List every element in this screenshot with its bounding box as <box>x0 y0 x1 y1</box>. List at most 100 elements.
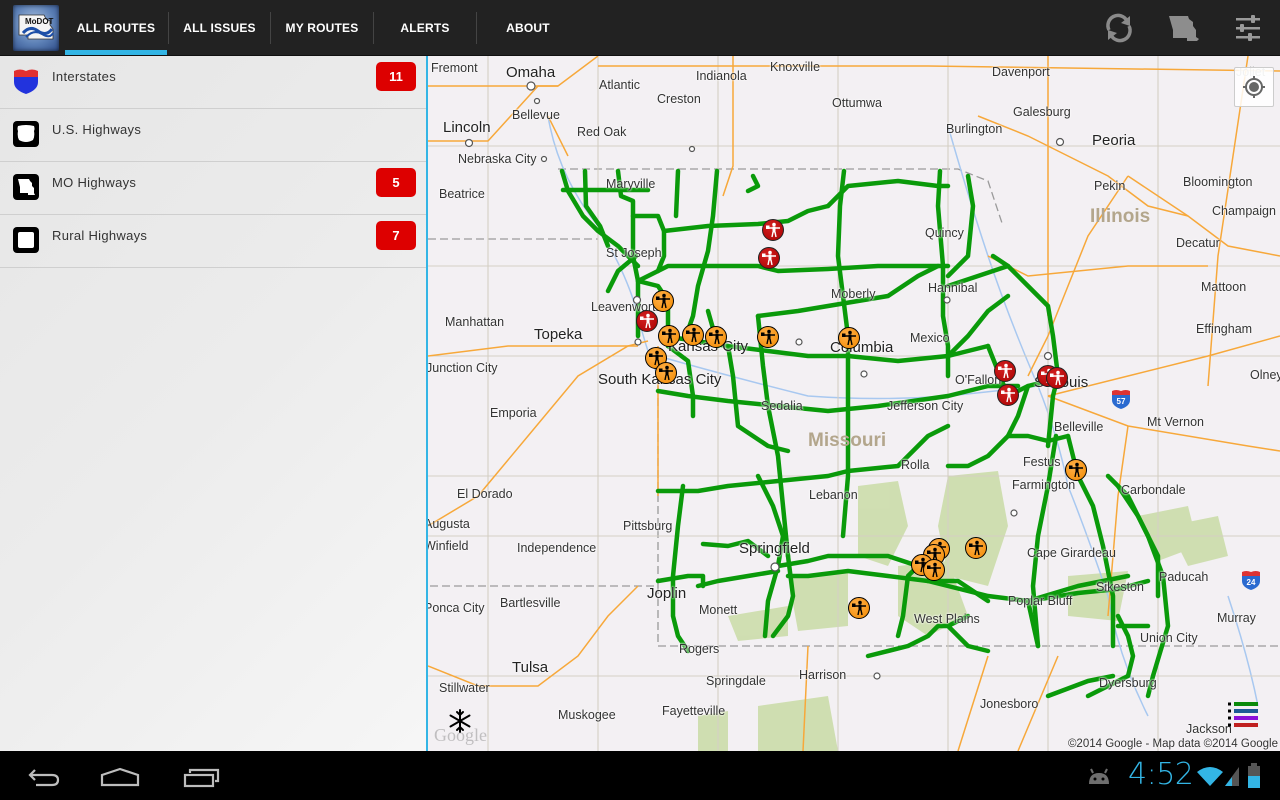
flagger-icon <box>659 365 673 381</box>
tab-about[interactable]: ABOUT <box>477 0 579 55</box>
map-base-layer <box>428 56 1280 751</box>
shield-number: 57 <box>1117 397 1126 406</box>
city-label: Decatur <box>1176 236 1220 250</box>
state-label-illinois: Illinois <box>1090 206 1151 227</box>
incident-marker[interactable] <box>997 384 1019 406</box>
map-copyright: ©2014 Google - Map data ©2014 Google <box>1067 738 1278 750</box>
modot-logo[interactable]: MoDOT <box>13 5 59 51</box>
tab-alerts[interactable]: ALERTS <box>374 0 476 55</box>
refresh-button[interactable] <box>1101 10 1137 46</box>
city-label: Champaign <box>1212 204 1276 218</box>
flagger-icon <box>762 250 776 266</box>
city-label: Jefferson City <box>887 399 964 413</box>
incident-marker[interactable] <box>757 326 779 348</box>
city-label: El Dorado <box>457 487 513 501</box>
incident-marker[interactable] <box>1065 459 1087 481</box>
action-bar: MoDOT ALL ROUTES ALL ISSUES MY ROUTES AL… <box>0 0 1280 56</box>
city-label: Belleville <box>1054 420 1104 434</box>
incident-marker[interactable] <box>655 362 677 384</box>
settings-button[interactable] <box>1229 10 1265 46</box>
legend-bullet <box>1228 723 1231 727</box>
city-label: Galesburg <box>1013 105 1071 119</box>
city-label: Red Oak <box>577 125 627 139</box>
my-location-button[interactable] <box>1234 67 1274 107</box>
incident-marker[interactable] <box>658 325 680 347</box>
refresh-icon <box>1106 13 1132 43</box>
tab-all-issues[interactable]: ALL ISSUES <box>169 0 270 55</box>
system-bar: 4:52 <box>0 751 1280 800</box>
incident-marker[interactable] <box>758 247 780 269</box>
route-item-mo-highways[interactable]: MO Highways 5 <box>0 162 426 215</box>
city-label: Quincy <box>925 226 964 240</box>
city-label: Indianola <box>696 69 747 83</box>
city-label: Knoxville <box>770 60 821 74</box>
flagger-icon <box>766 222 780 238</box>
city-label: Nebraska City <box>458 152 537 166</box>
incident-marker[interactable] <box>652 290 674 312</box>
route-item-rural-highways[interactable]: Rural Highways 7 <box>0 215 426 268</box>
home-button[interactable] <box>98 759 142 793</box>
city-label: Monett <box>699 603 738 617</box>
home-icon <box>100 767 140 787</box>
incident-marker[interactable] <box>1046 367 1068 389</box>
city-label: Atlantic <box>599 78 640 92</box>
issue-count-badge: 11 <box>376 62 416 91</box>
legend-line <box>1234 702 1258 706</box>
legend-line <box>1234 709 1258 713</box>
sliders-icon <box>1236 15 1260 41</box>
city-label: Olney <box>1250 368 1280 382</box>
city-label: Hannibal <box>928 281 978 295</box>
city-label: Rogers <box>679 642 720 656</box>
legend-line <box>1234 723 1258 727</box>
issue-count-badge: 5 <box>376 168 416 197</box>
interstate-57-shield-icon: 57 <box>1112 390 1130 409</box>
legend-bullet <box>1228 709 1231 713</box>
android-debug-icon <box>1089 768 1109 784</box>
incident-marker[interactable] <box>705 326 727 348</box>
incident-marker[interactable] <box>762 219 784 241</box>
legend-button[interactable] <box>1227 700 1259 732</box>
flagger-icon <box>842 330 856 346</box>
incident-marker[interactable] <box>636 310 658 332</box>
state-label-missouri: Missouri <box>808 430 887 451</box>
route-item-us-highways[interactable]: U.S. Highways <box>0 109 426 162</box>
route-item-label: Interstates <box>52 69 116 84</box>
city-label: Poplar Bluff <box>1008 594 1073 608</box>
city-label: Emporia <box>490 406 537 420</box>
incident-marker[interactable] <box>965 537 987 559</box>
interstate-shield-icon <box>14 69 38 94</box>
wifi-icon <box>1197 767 1223 786</box>
incident-marker[interactable] <box>838 327 860 349</box>
city-label: Ottumwa <box>832 96 883 110</box>
city-label: Stillwater <box>439 681 490 695</box>
tab-all-routes[interactable]: ALL ROUTES <box>65 0 167 55</box>
incident-marker[interactable] <box>682 324 704 346</box>
city-label: Omaha <box>506 64 556 81</box>
incident-marker[interactable] <box>848 597 870 619</box>
flagger-icon <box>998 363 1012 379</box>
battery-icon <box>1248 763 1260 788</box>
incident-marker[interactable] <box>994 360 1016 382</box>
city-label: Bellevue <box>512 108 560 122</box>
city-label: Junction City <box>428 361 498 375</box>
map-view[interactable]: Illinois Missouri Fremont Omaha Indianol… <box>428 56 1280 751</box>
rural-highway-shield-icon <box>13 227 39 253</box>
missouri-map-icon <box>1169 16 1199 41</box>
city-label: Augusta <box>428 517 470 531</box>
tab-my-routes[interactable]: MY ROUTES <box>271 0 373 55</box>
incident-marker[interactable] <box>923 559 945 581</box>
route-item-label: U.S. Highways <box>52 122 142 137</box>
back-button[interactable] <box>20 759 64 793</box>
city-label: Dyersburg <box>1099 676 1157 690</box>
legend-bullet <box>1228 716 1231 720</box>
tab-label: ALL ROUTES <box>76 20 156 35</box>
city-label: Manhattan <box>445 315 505 329</box>
route-item-interstates[interactable]: Interstates 11 <box>0 56 426 109</box>
city-label: Lebanon <box>809 488 858 502</box>
route-item-label: Rural Highways <box>52 228 148 243</box>
google-logo: Google <box>434 725 487 745</box>
route-category-list: Interstates 11 U.S. Highways MO Highways… <box>0 56 428 751</box>
city-label: Independence <box>517 541 597 555</box>
recent-apps-button[interactable] <box>180 759 224 793</box>
statewide-map-button[interactable] <box>1166 10 1202 46</box>
